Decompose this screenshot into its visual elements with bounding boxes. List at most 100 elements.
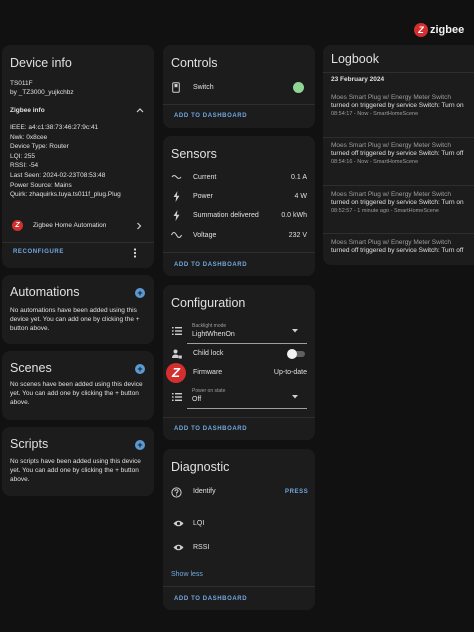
identify-press-button[interactable]: PRESS [285,489,308,495]
log-entry-title: Moes Smart Plug w/ Energy Meter Switch [331,94,451,101]
configuration-divider [163,417,315,418]
zigbee-info-title: Zigbee info [10,107,45,114]
child-lock-toggle[interactable] [287,349,305,359]
identify-label: Identify [193,488,216,495]
child-lock-label: Child lock [193,350,224,357]
controls-title: Controls [171,56,218,70]
detail-quirk: Quirk: zhaquirks.tuya.ts011f_plug.Plug [10,191,121,199]
current-icon [171,174,182,180]
configuration-add-to-dashboard-button[interactable]: ADD TO DASHBOARD [174,426,247,432]
sensor-voltage-value: 232 V [288,232,307,239]
switch-label: Switch [193,84,214,91]
backlight-mode-select[interactable]: Backlight mode LightWhenOn [187,321,307,344]
diagnostic-divider [163,586,315,587]
controls-add-to-dashboard-button[interactable]: ADD TO DASHBOARD [174,113,247,119]
sensor-summation-label: Summation delivered [193,212,259,219]
flash-icon [173,191,180,202]
log-entry-meta: 08:52:57 - 1 minute ago - SmartHomeScene [331,208,439,214]
diagnostic-title: Diagnostic [171,460,230,474]
log-entry-meta: 08:54:17 - Now - SmartHomeScene [331,111,419,117]
scripts-message: No scripts have been added using this de… [10,458,141,483]
eye-icon [173,520,184,527]
logbook-title: Logbook [331,52,379,66]
detail-power-source: Power Source: Mains [10,181,72,189]
automations-title: Automations [10,285,80,299]
scripts-title: Scripts [10,437,49,451]
log-entry[interactable]: Moes Smart Plug w/ Energy Meter Switch t… [331,142,474,166]
integration-label: Zigbee Home Automation [33,222,107,229]
sensors-add-to-dashboard-button[interactable]: ADD TO DASHBOARD [174,262,247,268]
log-divider [323,137,474,138]
detail-last-seen: Last Seen: 2024-02-23T08:53:48 [10,171,106,179]
log-entry-message: turned off triggered by service Switch: … [331,150,464,157]
device-info-card: Device info TS011F by _TZ3000_yujkchbz Z… [2,45,154,268]
power-on-state-label: Power on state [192,388,226,394]
log-entry-title: Moes Smart Plug w/ Energy Meter Switch [331,142,451,149]
lqi-label: LQI [193,520,205,527]
configuration-card: Configuration Backlight mode LightWhenOn… [163,285,315,440]
reconfigure-button[interactable]: RECONFIGURE [13,249,64,255]
device-manufacturer: by _TZ3000_yujkchbz [10,89,74,96]
account-lock-icon [172,349,182,359]
log-entry[interactable]: Moes Smart Plug w/ Energy Meter Switch t… [331,94,474,118]
help-circle-icon [171,487,182,498]
log-entry[interactable]: Moes Smart Plug w/ Energy Meter Switch t… [331,239,474,255]
backlight-mode-label: Backlight mode [192,323,227,329]
scenes-message: No scenes have been added using this dev… [10,381,143,406]
chevron-right-icon [137,222,142,230]
backlight-mode-value: LightWhenOn [192,331,235,338]
scenes-title: Scenes [10,361,52,375]
device-info-title: Device info [10,56,72,70]
rssi-label: RSSI [193,544,210,551]
format-list-icon [172,327,182,335]
device-info-divider [2,242,154,243]
add-automation-icon[interactable]: + [135,288,145,298]
detail-lqi: LQI: 255 [10,152,35,160]
zigbee-logo-text: zigbee [430,24,465,36]
log-entry-title: Moes Smart Plug w/ Energy Meter Switch [331,191,451,198]
diagnostic-add-to-dashboard-button[interactable]: ADD TO DASHBOARD [174,596,247,602]
more-vert-icon[interactable] [133,248,137,258]
log-entry-message: turned on triggered by service Switch: T… [331,199,464,206]
flash-icon [173,210,180,221]
add-scene-icon[interactable]: + [135,364,145,374]
switch-icon [172,82,180,93]
log-entry[interactable]: Moes Smart Plug w/ Energy Meter Switch t… [331,191,474,215]
firmware-label: Firmware [193,369,223,376]
logbook-header-divider [323,72,474,73]
sensor-voltage-label: Voltage [193,232,217,239]
dropdown-arrow-icon [292,395,298,399]
device-model: TS011F [10,80,33,87]
show-less-link[interactable]: Show less [171,571,203,578]
integration-link[interactable]: Z Zigbee Home Automation [2,218,154,234]
eye-icon [173,544,184,551]
switch-toggle[interactable] [293,82,304,93]
firmware-value: Up-to-date [273,369,307,376]
zigbee-info-header[interactable]: Zigbee info [2,103,154,117]
log-entry-meta: 08:54:16 - Now - SmartHomeScene [331,159,419,165]
dropdown-arrow-icon [292,329,298,333]
add-script-icon[interactable]: + [135,440,145,450]
detail-nwk: Nwk: 0x8cee [10,133,48,141]
scenes-card: Scenes + No scenes have been added using… [2,351,154,420]
logbook-date: 23 February 2024 [331,76,385,83]
log-divider [323,233,474,234]
detail-device-type: Device Type: Router [10,143,69,151]
sensors-card: Sensors Current 0.1 A Power 4 W Summatio… [163,136,315,276]
controls-divider [163,104,315,105]
logbook-card: Logbook 23 February 2024 Moes Smart Plug… [323,45,474,265]
chevron-up-icon[interactable] [136,107,144,113]
automations-message: No automations have been added using thi… [10,307,140,332]
sensors-divider [163,252,315,253]
detail-ieee: IEEE: a4:c1:38:73:46:27:9c:41 [10,124,99,131]
log-entry-message: turned off triggered by service Switch: … [331,247,464,254]
configuration-title: Configuration [171,296,246,310]
sensor-power-value: 4 W [294,193,307,200]
zigbee-logo-icon: Z [414,23,428,37]
sensors-title: Sensors [171,147,217,161]
log-entry-title: Moes Smart Plug w/ Energy Meter Switch [331,239,451,246]
power-on-state-select[interactable]: Power on state Off [187,386,307,409]
firmware-icon: Z [166,363,186,383]
format-list-icon [172,393,182,401]
sensor-power-label: Power [193,193,213,200]
